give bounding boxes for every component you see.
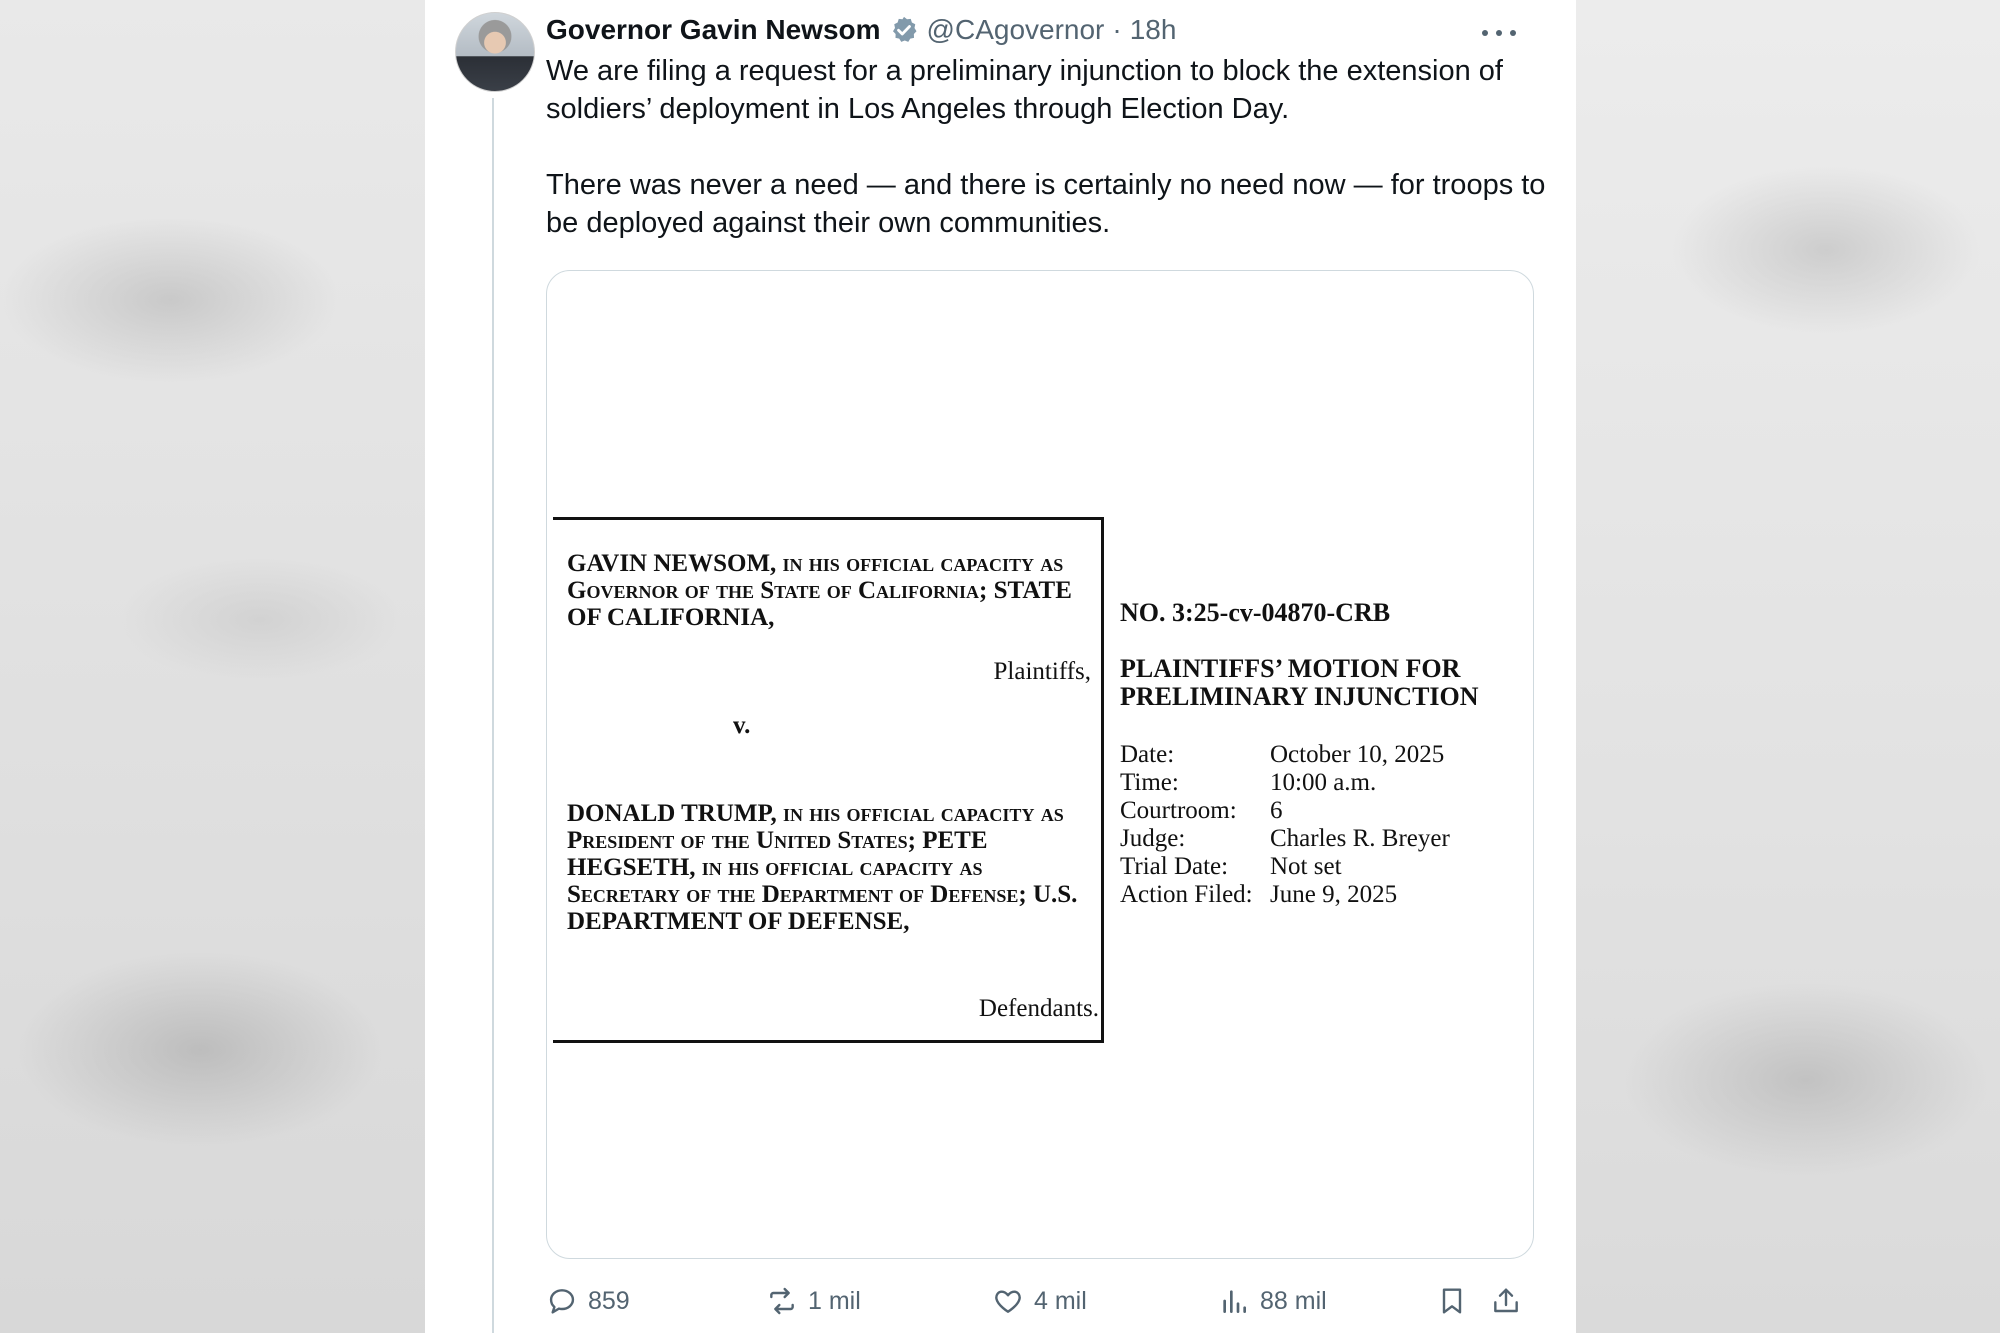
- detail-label: Time:: [1120, 769, 1179, 796]
- detail-row: Trial Date: Not set: [1120, 853, 1450, 881]
- tweet-header: Governor Gavin Newsom @CAgovernor · 18h: [546, 12, 1176, 48]
- more-icon[interactable]: [1482, 18, 1516, 48]
- post-timestamp[interactable]: 18h: [1130, 14, 1177, 46]
- tweet-text: We are filing a request for a preliminar…: [546, 52, 1546, 242]
- like-count: 4 mil: [1034, 1286, 1087, 1315]
- views-icon: [1223, 1290, 1246, 1313]
- detail-label: Trial Date:: [1120, 853, 1229, 880]
- detail-value: Charles R. Breyer: [1270, 825, 1450, 852]
- detail-value: October 10, 2025: [1270, 741, 1445, 768]
- detail-label: Date:: [1120, 741, 1175, 768]
- heart-icon: [995, 1290, 1021, 1313]
- separator-dot: ·: [1112, 14, 1122, 45]
- blurred-background-left: [0, 0, 425, 1333]
- detail-row: Date: October 10, 2025: [1120, 741, 1450, 769]
- versus-label: v.: [733, 712, 751, 739]
- repost-icon: [770, 1287, 794, 1315]
- views-button[interactable]: 88 mil: [1218, 1282, 1327, 1320]
- plaintiffs-label: Plaintiffs,: [993, 658, 1091, 685]
- share-icon: [1494, 1288, 1518, 1313]
- thread-line: [492, 98, 494, 1333]
- views-count: 88 mil: [1260, 1286, 1327, 1315]
- attached-image[interactable]: GAVIN NEWSOM, in his official capacity a…: [546, 270, 1534, 1259]
- detail-row: Judge: Charles R. Breyer: [1120, 825, 1450, 853]
- reply-icon: [549, 1289, 575, 1314]
- party-name: DONALD TRUMP,: [567, 800, 777, 827]
- tweet-paragraph: There was never a need — and there is ce…: [546, 169, 1546, 239]
- party-name: GAVIN NEWSOM,: [567, 550, 777, 577]
- hearing-details: Date: October 10, 2025 Time: 10:00 a.m. …: [1120, 741, 1450, 909]
- bookmark-icon: [1442, 1288, 1462, 1314]
- tweet-post: Governor Gavin Newsom @CAgovernor · 18h …: [425, 0, 1576, 1333]
- detail-label: Courtroom:: [1120, 797, 1237, 824]
- defendants-parties: DONALD TRUMP, in his official capacity a…: [567, 800, 1097, 935]
- reply-count: 859: [588, 1286, 630, 1315]
- share-button[interactable]: [1490, 1282, 1522, 1320]
- case-number: NO. 3:25-cv-04870-CRB: [1120, 598, 1391, 627]
- motion-title: PLAINTIFFS’ MOTION FOR PRELIMINARY INJUN…: [1120, 654, 1479, 711]
- detail-value: Not set: [1270, 853, 1342, 880]
- detail-label: Action Filed:: [1120, 881, 1253, 908]
- plaintiffs-parties: GAVIN NEWSOM, in his official capacity a…: [567, 550, 1097, 631]
- repost-button[interactable]: 1 mil: [766, 1282, 861, 1320]
- detail-label: Judge:: [1120, 825, 1186, 852]
- user-handle[interactable]: @CAgovernor: [927, 14, 1105, 46]
- detail-value: 10:00 a.m.: [1270, 769, 1377, 796]
- reply-button[interactable]: 859: [546, 1282, 630, 1320]
- bookmark-button[interactable]: [1436, 1282, 1468, 1320]
- detail-row: Time: 10:00 a.m.: [1120, 769, 1450, 797]
- court-document: GAVIN NEWSOM, in his official capacity a…: [547, 271, 1533, 1258]
- defendants-label: Defendants.: [978, 995, 1099, 1022]
- blurred-background-right: [1576, 0, 2000, 1333]
- detail-row: Courtroom: 6: [1120, 797, 1450, 825]
- detail-row: Action Filed: June 9, 2025: [1120, 881, 1450, 909]
- like-button[interactable]: 4 mil: [992, 1282, 1087, 1320]
- case-caption-box: GAVIN NEWSOM, in his official capacity a…: [553, 517, 1104, 1043]
- repost-count: 1 mil: [808, 1286, 861, 1315]
- tweet-paragraph: We are filing a request for a preliminar…: [546, 55, 1503, 125]
- display-name[interactable]: Governor Gavin Newsom: [546, 14, 881, 46]
- detail-value: 6: [1270, 797, 1283, 824]
- detail-value: June 9, 2025: [1270, 881, 1398, 908]
- verified-badge-icon[interactable]: [889, 15, 919, 45]
- avatar[interactable]: [455, 12, 535, 92]
- engagement-bar: 859 1 mil 4 mil 88 mil: [546, 1282, 1546, 1322]
